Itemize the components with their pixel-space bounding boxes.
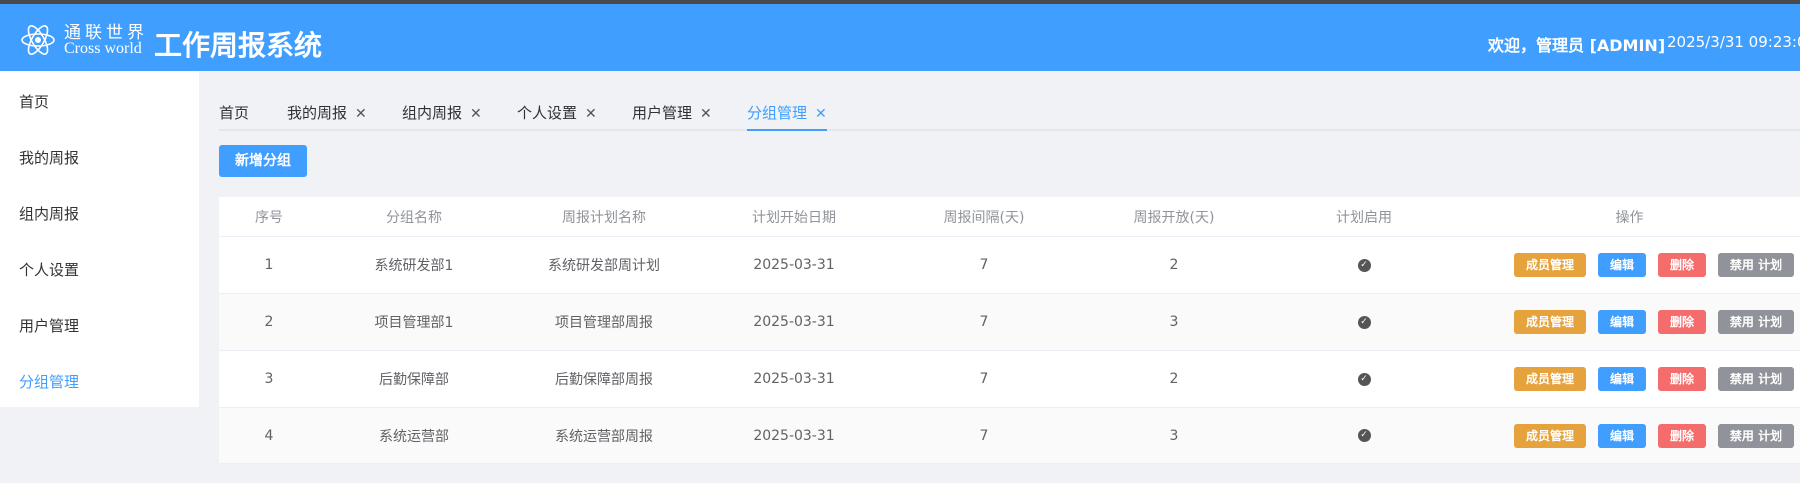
column-header: 计划开始日期 — [752, 209, 836, 226]
delete-button[interactable]: 删除 — [1658, 367, 1706, 391]
cell-open-days: 3 — [1169, 427, 1179, 444]
column-header: 序号 — [255, 209, 283, 226]
check-circle-icon: ✓ — [1357, 258, 1371, 272]
tab-label: 组内周报 — [402, 104, 463, 122]
column-header: 周报间隔(天) — [943, 209, 1025, 226]
cell-interval: 7 — [979, 371, 989, 387]
delete-button[interactable]: 删除 — [1658, 253, 1706, 277]
cell-enabled: ✓ — [1269, 294, 1459, 350]
cell-no: 3 — [264, 371, 274, 387]
column-header: 操作 — [1615, 209, 1644, 226]
cell-group-name: 项目管理部1 — [374, 315, 454, 331]
tab-group-management[interactable]: 分组管理 ✕ — [747, 102, 827, 131]
cell-plan-name: 系统研发部周计划 — [548, 258, 660, 274]
tab-label: 个人设置 — [517, 104, 578, 122]
welcome-user: 欢迎，管理员 [ADMIN] — [1488, 36, 1666, 55]
cell-open-days: 2 — [1169, 371, 1179, 387]
sidebar-item-personal-settings[interactable]: 个人设置 — [19, 259, 79, 280]
sidebar-item-my-reports[interactable]: 我的周报 — [19, 147, 79, 168]
sidebar-item-group-management[interactable]: 分组管理 — [19, 371, 79, 392]
edit-button[interactable]: 编辑 — [1598, 253, 1646, 277]
disable-plan-button[interactable]: 禁用 计划 — [1718, 367, 1794, 391]
table-row: 1 系统研发部1 系统研发部周计划 2025-03-31 7 2 ✓ 成员管理 … — [219, 237, 1800, 294]
cell-interval: 7 — [979, 314, 989, 330]
column-header: 计划启用 — [1336, 209, 1392, 226]
table-row: 2 项目管理部1 项目管理部周报 2025-03-31 7 3 ✓ 成员管理 编… — [219, 294, 1800, 351]
member-management-button[interactable]: 成员管理 — [1514, 367, 1586, 391]
sidebar: 首页 我的周报 组内周报 个人设置 用户管理 分组管理 — [0, 71, 199, 407]
cell-enabled: ✓ — [1269, 351, 1459, 407]
delete-button[interactable]: 删除 — [1658, 310, 1706, 334]
app-header: 通联世界 Cross world 工作周报系统 欢迎，管理员 [ADMIN] 2… — [0, 4, 1800, 71]
close-icon[interactable]: ✕ — [355, 106, 367, 122]
cell-open-days: 2 — [1169, 257, 1179, 273]
cell-group-name: 后勤保障部 — [379, 372, 449, 388]
check-circle-icon: ✓ — [1357, 315, 1371, 329]
disable-plan-button[interactable]: 禁用 计划 — [1718, 310, 1794, 334]
close-icon[interactable]: ✕ — [585, 106, 597, 122]
edit-button[interactable]: 编辑 — [1598, 424, 1646, 448]
disable-plan-button[interactable]: 禁用 计划 — [1718, 424, 1794, 448]
column-header: 周报计划名称 — [562, 209, 646, 226]
cell-plan-name: 后勤保障部周报 — [555, 372, 653, 388]
tab-label: 分组管理 — [747, 104, 808, 122]
logo-text-en: Cross world — [64, 40, 142, 57]
current-datetime: 2025/3/31 09:23:06 — [1667, 33, 1800, 51]
tab-personal-settings[interactable]: 个人设置 ✕ — [517, 102, 597, 131]
cell-enabled: ✓ — [1269, 237, 1459, 293]
cell-no: 1 — [264, 257, 274, 273]
cell-plan-name: 项目管理部周报 — [555, 315, 653, 331]
check-circle-icon: ✓ — [1357, 429, 1371, 442]
delete-button[interactable]: 删除 — [1658, 424, 1706, 448]
cell-start-date: 2025-03-31 — [753, 257, 835, 273]
cell-plan-name: 系统运营部周报 — [555, 428, 653, 445]
cell-no: 2 — [264, 314, 274, 330]
atom-logo-icon — [21, 25, 55, 55]
sidebar-item-home[interactable]: 首页 — [19, 91, 49, 112]
close-icon[interactable]: ✕ — [470, 106, 482, 122]
cell-interval: 7 — [979, 427, 989, 444]
table-row: 3 后勤保障部 后勤保障部周报 2025-03-31 7 2 ✓ 成员管理 编辑… — [219, 351, 1800, 408]
disable-plan-button[interactable]: 禁用 计划 — [1718, 253, 1794, 277]
check-circle-icon: ✓ — [1357, 372, 1371, 386]
sidebar-item-user-management[interactable]: 用户管理 — [19, 315, 79, 336]
cell-open-days: 3 — [1169, 314, 1179, 330]
column-header: 分组名称 — [386, 209, 442, 226]
edit-button[interactable]: 编辑 — [1598, 367, 1646, 391]
cell-group-name: 系统运营部 — [379, 428, 449, 445]
cell-interval: 7 — [979, 257, 989, 273]
cell-start-date: 2025-03-31 — [753, 427, 835, 444]
tab-label: 首页 — [219, 104, 250, 122]
close-icon[interactable]: ✕ — [700, 106, 712, 122]
edit-button[interactable]: 编辑 — [1598, 310, 1646, 334]
tab-label: 我的周报 — [287, 104, 348, 122]
add-group-button[interactable]: 新增分组 — [219, 145, 307, 177]
tab-label: 用户管理 — [632, 104, 693, 122]
member-management-button[interactable]: 成员管理 — [1514, 424, 1586, 448]
cell-start-date: 2025-03-31 — [753, 371, 835, 387]
column-header: 周报开放(天) — [1133, 209, 1215, 226]
group-table: 序号 分组名称 周报计划名称 计划开始日期 周报间隔(天) 周报开放(天) 计划… — [219, 197, 1800, 464]
cell-start-date: 2025-03-31 — [753, 314, 835, 330]
tab-group-reports[interactable]: 组内周报 ✕ — [402, 102, 482, 131]
sidebar-item-group-reports[interactable]: 组内周报 — [19, 203, 79, 224]
app-title: 工作周报系统 — [154, 29, 323, 62]
close-icon[interactable]: ✕ — [815, 106, 827, 122]
tab-bar: 首页 我的周报 ✕ 组内周报 ✕ 个人设置 ✕ 用户管理 ✕ 分组管理 ✕ — [219, 90, 1800, 131]
member-management-button[interactable]: 成员管理 — [1514, 310, 1586, 334]
tab-user-management[interactable]: 用户管理 ✕ — [632, 102, 712, 131]
cell-enabled: ✓ — [1269, 408, 1459, 463]
cell-no: 4 — [264, 427, 274, 444]
tab-my-reports[interactable]: 我的周报 ✕ — [287, 102, 367, 131]
member-management-button[interactable]: 成员管理 — [1514, 253, 1586, 277]
table-header-row: 序号 分组名称 周报计划名称 计划开始日期 周报间隔(天) 周报开放(天) 计划… — [219, 197, 1800, 237]
tab-home[interactable]: 首页 — [219, 102, 249, 131]
table-row: 4 系统运营部 系统运营部周报 2025-03-31 7 3 ✓ 成员管理 编辑… — [219, 408, 1800, 464]
cell-group-name: 系统研发部1 — [374, 258, 454, 274]
